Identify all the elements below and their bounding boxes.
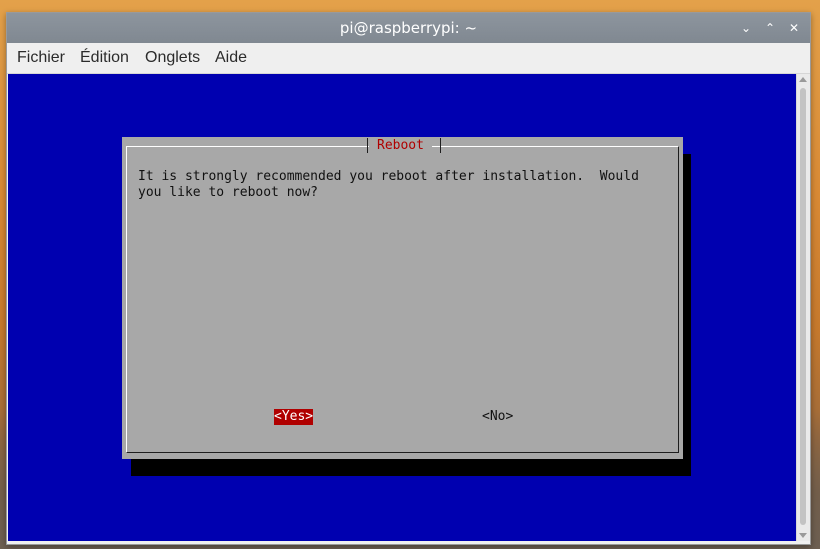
dialog-title-divider-right [440, 138, 441, 153]
scroll-up-icon[interactable] [799, 77, 807, 82]
reboot-dialog: Reboot It is strongly recommended you re… [122, 137, 683, 459]
no-button[interactable]: <No> [482, 409, 513, 425]
title-bar[interactable]: pi@raspberrypi: ~ ⌄ ⌃ ✕ [7, 13, 810, 43]
dialog-message: It is strongly recommended you reboot af… [138, 169, 639, 200]
close-icon[interactable]: ✕ [785, 19, 803, 37]
terminal-area[interactable]: Reboot It is strongly recommended you re… [8, 74, 796, 541]
scroll-thumb[interactable] [800, 88, 806, 525]
menu-edition[interactable]: Édition [80, 43, 129, 73]
menu-onglets[interactable]: Onglets [145, 43, 200, 73]
dialog-title-divider-left [367, 138, 368, 153]
minimize-icon[interactable]: ⌄ [737, 19, 755, 37]
maximize-icon[interactable]: ⌃ [761, 19, 779, 37]
window-title: pi@raspberrypi: ~ [339, 19, 478, 37]
dialog-title: Reboot [369, 137, 432, 155]
scroll-down-icon[interactable] [799, 533, 807, 538]
terminal-window: pi@raspberrypi: ~ ⌄ ⌃ ✕ Fichier Édition … [6, 12, 811, 545]
menu-aide[interactable]: Aide [215, 43, 247, 73]
menu-fichier[interactable]: Fichier [17, 43, 65, 73]
menu-bar: Fichier Édition Onglets Aide [7, 43, 810, 74]
vertical-scrollbar[interactable] [796, 74, 810, 541]
yes-button[interactable]: <Yes> [274, 409, 314, 425]
